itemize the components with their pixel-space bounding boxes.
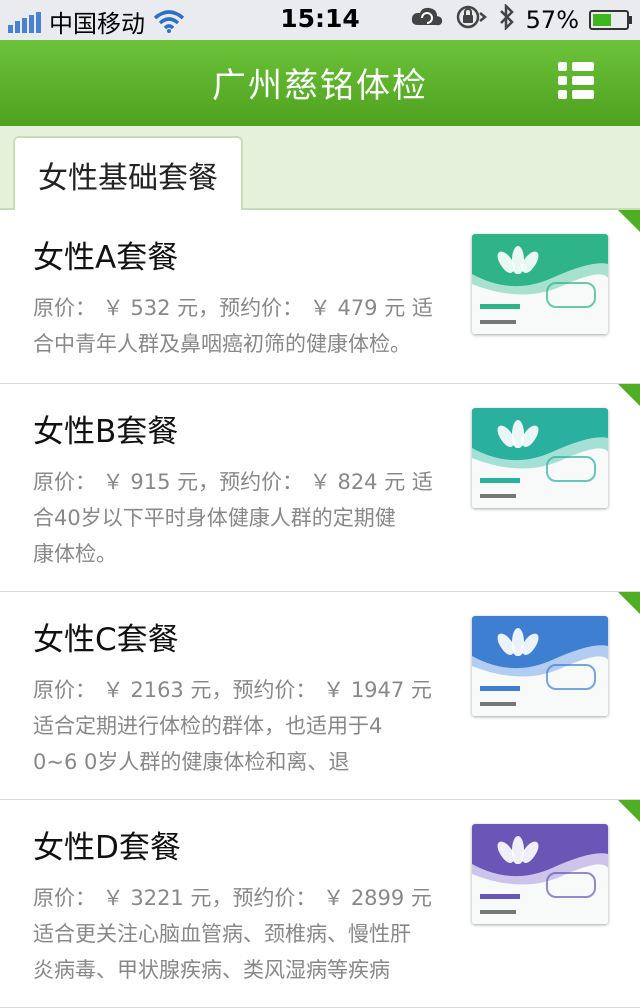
package-description: 原价： ￥ 2163 元，预约价： ￥ 1947 元 适合定期进行体检的群体，也…: [33, 678, 432, 774]
bluetooth-icon: [498, 2, 516, 36]
package-name: 女性B套餐: [33, 414, 179, 450]
package-name: 女性C套餐: [33, 622, 179, 658]
battery-icon: [589, 10, 632, 30]
corner-marker: [618, 800, 640, 822]
package-name: 女性D套餐: [33, 830, 181, 866]
corner-marker: [618, 384, 640, 406]
package-item-a[interactable]: 女性A套餐 原价： ￥ 532 元，预约价： ￥ 479 元 适 合中青年人群及…: [0, 210, 640, 384]
package-card-image: [472, 234, 608, 334]
package-description: 原价： ￥ 532 元，预约价： ￥ 479 元 适 合中青年人群及鼻咽癌初筛的…: [33, 296, 433, 356]
package-card-image: [472, 824, 608, 924]
category-tab-bar: 女性基础套餐: [0, 126, 640, 212]
corner-marker: [618, 210, 640, 232]
package-item-b[interactable]: 女性B套餐 原价： ￥ 915 元，预约价： ￥ 824 元 适 合40岁以下平…: [0, 384, 640, 592]
package-card-image: [472, 408, 608, 508]
package-item-d[interactable]: 女性D套餐 原价： ￥ 3221 元，预约价： ￥ 2899 元 适合更关注心脑…: [0, 800, 640, 1008]
package-description: 原价： ￥ 915 元，预约价： ￥ 824 元 适 合40岁以下平时身体健康人…: [33, 470, 433, 566]
package-card-image: [472, 616, 608, 716]
package-list: 女性A套餐 原价： ￥ 532 元，预约价： ￥ 479 元 适 合中青年人群及…: [0, 210, 640, 1008]
package-description: 原价： ￥ 3221 元，预约价： ￥ 2899 元 适合更关注心脑血管病、颈椎…: [33, 886, 432, 982]
page-title: 广州慈铭体检: [212, 66, 428, 106]
app-header: 广州慈铭体检: [0, 40, 640, 126]
package-name: 女性A套餐: [33, 240, 179, 276]
package-item-c[interactable]: 女性C套餐 原价： ￥ 2163 元，预约价： ￥ 1947 元 适合定期进行体…: [0, 592, 640, 800]
tab-female-basic-package[interactable]: 女性基础套餐: [13, 136, 243, 212]
grid-menu-button[interactable]: [558, 62, 594, 99]
cloud-sync-icon: [410, 5, 444, 35]
battery-percent: 57%: [525, 6, 579, 34]
rotation-lock-icon: [454, 4, 488, 36]
status-bar: 中国移动 15:14 57%: [0, 0, 640, 40]
corner-marker: [618, 592, 640, 614]
